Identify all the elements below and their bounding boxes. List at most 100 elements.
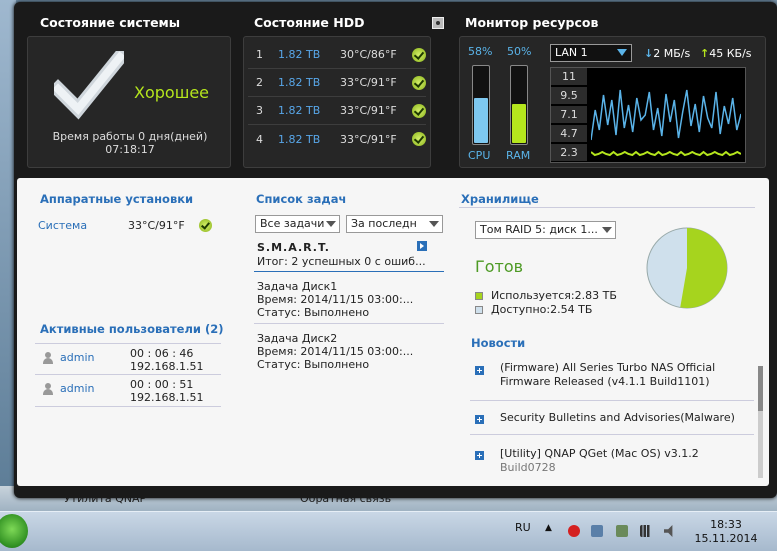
hdd-row[interactable]: 1 1.82 ТВ 30°C/86°F xyxy=(248,41,426,69)
hdd-state-title: Состояние HDD xyxy=(254,15,365,30)
hdd-info-button[interactable] xyxy=(432,17,444,29)
hardware-settings-title[interactable]: Аппаратные установки xyxy=(40,192,193,206)
user-session-time: 00 : 00 : 51 xyxy=(130,378,194,391)
task-item[interactable]: Задача Диск2 Время: 2014/11/15 03:00:...… xyxy=(257,332,413,371)
task-item[interactable]: Задача Диск1 Время: 2014/11/15 03:00:...… xyxy=(257,280,413,319)
scrollbar-thumb[interactable] xyxy=(758,366,763,411)
graph-tick: 4.7 xyxy=(551,125,587,143)
language-indicator[interactable]: RU xyxy=(515,521,531,534)
network-graph: 11 9.5 7.1 4.7 2.3 xyxy=(550,67,746,163)
tray-app-icon[interactable] xyxy=(616,525,628,537)
ram-bar xyxy=(510,65,528,145)
volume-select[interactable]: Том RAID 5: диск 1... xyxy=(475,221,616,239)
lan-select-value: LAN 1 xyxy=(555,46,588,59)
divider xyxy=(254,271,444,272)
ok-check-icon xyxy=(412,103,426,118)
hdd-row[interactable]: 4 1.82 ТВ 33°C/91°F xyxy=(248,125,426,153)
clock-date: 15.11.2014 xyxy=(694,532,758,545)
hardware-system-link[interactable]: Система xyxy=(38,219,87,232)
divider xyxy=(254,323,444,324)
hdd-state-widget: 1 1.82 ТВ 30°C/86°F 2 1.82 ТВ 33°C/91°F … xyxy=(243,36,431,168)
checkmark-icon xyxy=(54,51,124,120)
storage-free: Доступно:2.54 ТБ xyxy=(491,303,593,316)
chevron-down-icon xyxy=(602,227,612,233)
expand-arrow-icon[interactable] xyxy=(417,241,427,251)
uptime: Время работы 0 дня(дней) 07:18:17 xyxy=(28,130,232,156)
active-users-title[interactable]: Активные пользователи (2) xyxy=(40,322,223,336)
ram-percent: 50% xyxy=(507,45,532,58)
task-time: Время: 2014/11/15 03:00:... xyxy=(257,293,414,306)
news-headline: (Firmware) All Series Turbo NAS Official xyxy=(500,361,716,374)
network-traffic-lines xyxy=(591,89,741,157)
ok-check-icon xyxy=(412,75,426,90)
system-status-text: Хорошее xyxy=(134,83,210,102)
chevron-down-icon xyxy=(617,49,627,56)
tray-app-icon[interactable] xyxy=(591,525,603,537)
storage-pie-chart xyxy=(646,227,728,309)
user-ip: 192.168.1.51 xyxy=(130,391,204,404)
ok-check-icon xyxy=(412,47,426,62)
hdd-number: 1 xyxy=(256,48,263,61)
system-state-widget: Хорошее Время работы 0 дня(дней) 07:18:1… xyxy=(27,36,231,168)
smart-summary: Итог: 2 успешных 0 с ошиб... xyxy=(257,255,426,268)
storage-title[interactable]: Хранилище xyxy=(461,192,539,206)
chevron-down-icon xyxy=(326,221,336,227)
upload-rate: ↑45 КБ/s xyxy=(700,47,752,60)
upload-traffic-line xyxy=(591,150,741,157)
user-name[interactable]: admin xyxy=(60,382,94,395)
download-rate: ↓2 МБ/s xyxy=(644,47,690,60)
task-list-title[interactable]: Список задач xyxy=(256,192,346,206)
volume-icon[interactable] xyxy=(664,525,673,537)
hdd-row[interactable]: 2 1.82 ТВ 33°C/91°F xyxy=(248,69,426,97)
graph-tick: 7.1 xyxy=(551,106,587,124)
expand-plus-icon[interactable] xyxy=(475,451,484,460)
down-arrow-icon: ↓ xyxy=(644,47,654,60)
task-filter-value: Все задачи xyxy=(260,217,325,230)
hdd-row[interactable]: 3 1.82 ТВ 33°C/91°F xyxy=(248,97,426,125)
news-item[interactable]: Security Bulletins and Advisories(Malwar… xyxy=(500,411,735,425)
divider xyxy=(470,434,754,435)
clock[interactable]: 18:33 15.11.2014 xyxy=(693,518,759,546)
cpu-percent: 58% xyxy=(468,45,493,58)
task-period-value: За последн xyxy=(351,217,417,230)
hdd-number: 4 xyxy=(256,132,263,146)
graph-tick: 9.5 xyxy=(551,87,587,105)
download-traffic-line xyxy=(591,89,741,141)
smart-title[interactable]: S.M.A.R.T. xyxy=(257,241,330,254)
tray-app-icon[interactable] xyxy=(568,525,580,537)
hardware-system-temp: 33°C/91°F xyxy=(128,219,185,232)
hdd-size: 1.82 ТВ xyxy=(278,76,321,89)
resource-monitor-title: Монитор ресурсов xyxy=(465,15,599,30)
task-filter-select[interactable]: Все задачи xyxy=(255,215,340,233)
chevron-down-icon xyxy=(429,221,439,227)
news-item[interactable]: [Utility] QNAP QGet (Mac OS) v3.1.2 Buil… xyxy=(500,447,699,475)
user-icon xyxy=(42,383,54,395)
user-name[interactable]: admin xyxy=(60,351,94,364)
user-session: 00 : 00 : 51 192.168.1.51 xyxy=(130,378,203,404)
divider xyxy=(470,400,754,401)
news-headline: [Utility] QNAP QGet (Mac OS) v3.1.2 xyxy=(500,447,699,460)
news-item[interactable]: (Firmware) All Series Turbo NAS Official… xyxy=(500,361,715,389)
ok-check-icon xyxy=(412,132,426,146)
start-button[interactable] xyxy=(0,514,28,548)
lan-select[interactable]: LAN 1 xyxy=(550,44,632,62)
hdd-temperature: 33°C/91°F xyxy=(340,104,397,117)
ram-label: RAM xyxy=(506,149,531,162)
graph-tick: 11 xyxy=(551,68,587,86)
tray-expand-icon[interactable]: ▲ xyxy=(545,523,552,533)
news-scrollbar[interactable] xyxy=(758,366,763,478)
task-period-select[interactable]: За последн xyxy=(346,215,443,233)
free-legend-swatch xyxy=(475,306,483,314)
network-signal-icon[interactable] xyxy=(640,525,652,537)
hdd-temperature: 30°C/86°F xyxy=(340,48,397,61)
divider xyxy=(35,343,221,344)
hdd-number: 3 xyxy=(256,104,263,117)
storage-used: Используется:2.83 ТБ xyxy=(491,289,617,302)
expand-plus-icon[interactable] xyxy=(475,415,484,424)
volume-select-value: Том RAID 5: диск 1... xyxy=(480,223,598,236)
expand-plus-icon[interactable] xyxy=(475,366,484,375)
cpu-label: CPU xyxy=(468,149,491,162)
news-title[interactable]: Новости xyxy=(471,336,525,350)
news-headline: Security Bulletins and Advisories(Malwar… xyxy=(500,411,735,424)
uptime-time: 07:18:17 xyxy=(105,143,155,156)
